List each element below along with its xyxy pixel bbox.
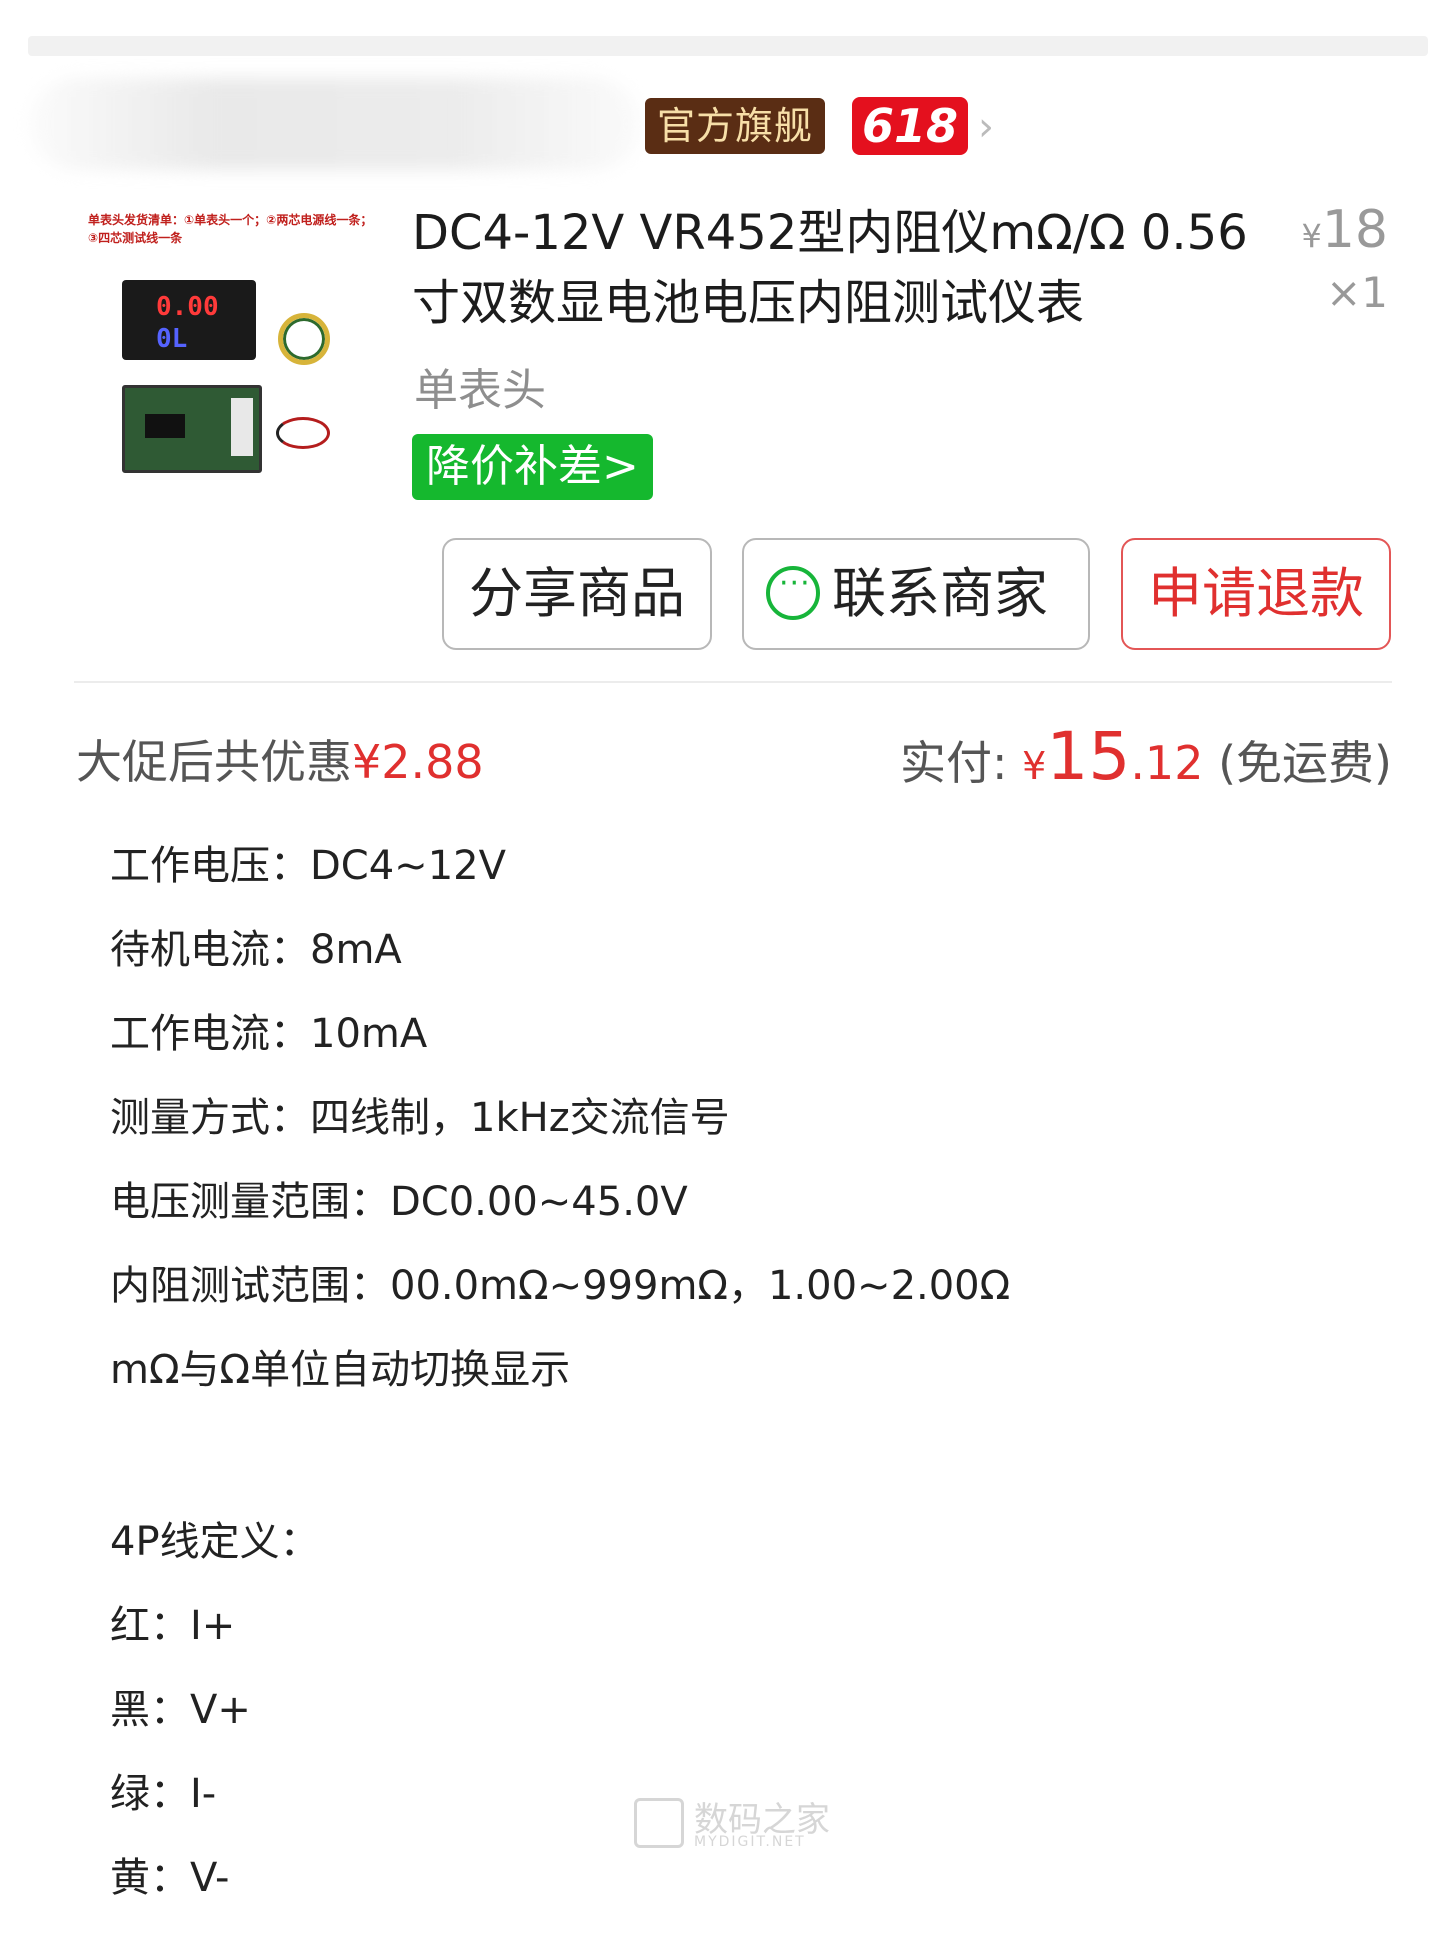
wiring-heading: 4P线定义： [110, 1519, 320, 1565]
wiring-line: 黄：V- [110, 1855, 230, 1901]
meter-display-image: 0.00 0L [122, 280, 256, 360]
pcb-back-image [122, 385, 262, 473]
spec-line: 工作电压：DC4~12V [110, 843, 506, 889]
power-cable-image [276, 417, 330, 449]
house-logo-icon [634, 1798, 684, 1848]
wiring-definition: 4P线定义： 红：I+ 黑：V+ 绿：I- 黄：V- [110, 1518, 320, 1938]
official-store-badge: 官方旗舰 [645, 98, 826, 154]
promo-618-badge: 618 [852, 97, 969, 155]
spec-line: mΩ与Ω单位自动切换显示 [110, 1347, 571, 1393]
contact-seller-button[interactable]: ··· 联系商家 [742, 538, 1090, 650]
share-product-button[interactable]: 分享商品 [442, 538, 712, 650]
contact-seller-label: 联系商家 [832, 562, 1048, 625]
product-variant: 单表头 [414, 365, 546, 416]
discount-summary: 大促后共优惠¥2.88 [76, 735, 484, 789]
paid-total: 实付: ¥15.12 (免运费) [900, 718, 1392, 795]
thumbnail-caption: 单表头发货清单：①单表头一个；②两芯电源线一条；③四芯测试线一条 [88, 213, 373, 245]
request-refund-button[interactable]: 申请退款 [1121, 538, 1391, 650]
watermark: 数码之家 MYDIGIT.NET [634, 1792, 834, 1856]
wiring-line: 黑：V+ [110, 1687, 251, 1733]
chat-bubble-icon: ··· [766, 566, 820, 620]
wiring-line: 红：I+ [110, 1603, 236, 1649]
meter-resistance-readout: 0L [156, 324, 188, 354]
store-name-blurred[interactable] [30, 78, 640, 170]
divider [74, 681, 1392, 683]
product-thumbnail[interactable]: 单表头发货清单：①单表头一个；②两芯电源线一条；③四芯测试线一条 0.00 0L [80, 205, 380, 495]
wiring-line: 绿：I- [110, 1771, 217, 1817]
quantity: ×1 [1326, 268, 1388, 317]
product-title[interactable]: DC4-12V VR452型内阻仪mΩ/Ω 0.56寸双数显电池电压内阻测试仪表 [412, 198, 1257, 338]
spec-list: 工作电压：DC4~12V 待机电流：8mA 工作电流：10mA 测量方式：四线制… [110, 842, 1010, 1430]
price-diff-button[interactable]: 降价补差> [412, 434, 653, 500]
discount-amount: ¥2.88 [352, 735, 484, 789]
spec-line: 测量方式：四线制，1kHz交流信号 [110, 1095, 730, 1141]
unit-price: ¥18 [1301, 200, 1388, 260]
top-bar [28, 36, 1428, 56]
test-lead-coil-image [278, 313, 330, 365]
spec-line: 电压测量范围：DC0.00~45.0V [110, 1179, 688, 1225]
chevron-right-icon[interactable]: › [978, 104, 994, 150]
meter-voltage-readout: 0.00 [156, 292, 219, 322]
spec-line: 待机电流：8mA [110, 927, 402, 973]
spec-line: 内阻测试范围：00.0mΩ~999mΩ，1.00~2.00Ω [110, 1263, 1011, 1309]
spec-line: 工作电流：10mA [110, 1011, 428, 1057]
